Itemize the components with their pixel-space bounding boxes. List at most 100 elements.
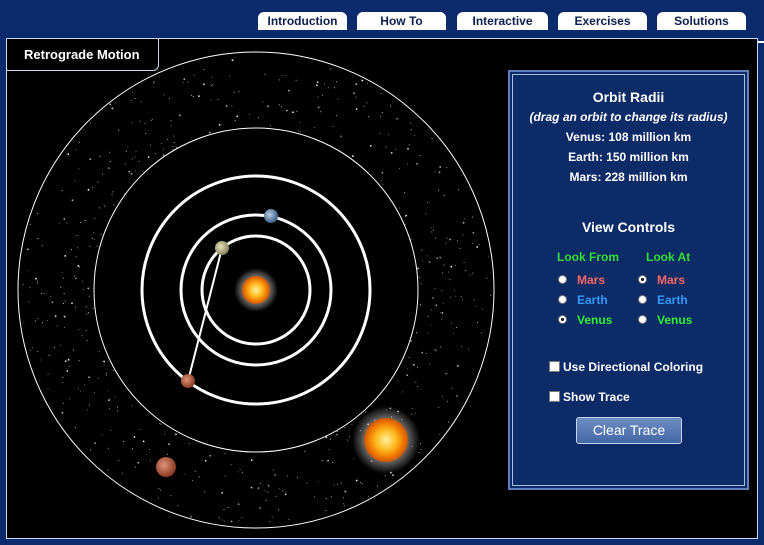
star — [449, 238, 451, 241]
star — [56, 325, 58, 327]
clear-trace-button[interactable]: Clear Trace — [576, 417, 682, 444]
star — [472, 232, 475, 234]
star — [230, 463, 232, 465]
orbit-radii-heading: Orbit Radii — [592, 89, 665, 105]
star — [89, 404, 91, 406]
star — [76, 256, 78, 258]
star — [34, 320, 36, 322]
star — [29, 287, 31, 289]
star — [355, 96, 357, 98]
star — [81, 335, 83, 337]
star — [280, 106, 282, 108]
mars-planet-icon[interactable] — [181, 374, 195, 388]
star — [434, 237, 436, 239]
star — [416, 332, 417, 334]
tab-solutions[interactable]: Solutions — [655, 10, 748, 30]
checkbox-icon[interactable] — [549, 361, 560, 373]
star — [413, 364, 415, 366]
look-at-venus[interactable]: Venus — [638, 312, 692, 328]
star — [121, 473, 123, 475]
star — [355, 108, 358, 111]
star — [204, 491, 205, 493]
star — [172, 148, 174, 150]
star — [349, 436, 350, 438]
look-from-earth[interactable]: Earth — [558, 292, 608, 308]
star — [299, 122, 301, 124]
radio-icon[interactable] — [638, 295, 647, 305]
checkbox-icon[interactable] — [549, 391, 560, 403]
star — [160, 489, 162, 491]
star — [420, 449, 422, 451]
tab-exercises[interactable]: Exercises — [556, 10, 649, 30]
radio-icon[interactable] — [558, 275, 567, 285]
star — [77, 388, 79, 390]
star — [482, 308, 484, 310]
star — [106, 374, 108, 376]
star — [127, 146, 129, 148]
star — [448, 271, 450, 273]
star — [231, 105, 233, 107]
star — [209, 454, 212, 457]
star — [134, 98, 136, 99]
star — [223, 520, 225, 522]
look-from-heading: Look From — [557, 250, 619, 264]
radio-selected-icon[interactable] — [558, 315, 567, 325]
star — [73, 349, 74, 351]
look-from-mars[interactable]: Mars — [558, 272, 605, 288]
earth-planet-icon[interactable] — [264, 209, 278, 223]
star — [39, 379, 41, 381]
star — [198, 476, 200, 478]
star — [288, 89, 290, 92]
tab-how-to[interactable]: How To — [355, 10, 448, 30]
star — [88, 295, 90, 297]
star — [97, 181, 99, 183]
look-from-venus[interactable]: Venus — [558, 312, 612, 328]
radio-icon[interactable] — [638, 315, 647, 325]
star — [402, 391, 404, 393]
star — [210, 99, 212, 101]
tab-introduction[interactable]: Introduction — [256, 10, 349, 30]
star — [453, 332, 455, 334]
look-at-earth[interactable]: Earth — [638, 292, 688, 308]
projected-mars-icon — [156, 457, 176, 477]
show-trace-checkbox[interactable]: Show Trace — [549, 390, 630, 404]
tab-interactive[interactable]: Interactive — [455, 10, 550, 30]
star — [321, 94, 323, 96]
star — [390, 152, 393, 154]
directional-coloring-checkbox[interactable]: Use Directional Coloring — [549, 360, 703, 374]
star — [74, 277, 77, 280]
star — [419, 442, 421, 444]
star — [450, 322, 452, 324]
star — [353, 92, 355, 95]
venus-planet-icon[interactable] — [215, 241, 229, 255]
star — [101, 434, 103, 436]
star — [77, 247, 78, 249]
star — [398, 207, 400, 209]
star — [479, 244, 481, 246]
star — [340, 136, 342, 138]
star — [166, 453, 168, 455]
star — [415, 381, 417, 383]
star — [456, 327, 458, 328]
star — [102, 173, 103, 175]
star — [267, 491, 269, 493]
radio-icon[interactable] — [558, 295, 567, 305]
star — [43, 293, 45, 295]
radio-selected-icon[interactable] — [638, 275, 647, 285]
star — [228, 75, 230, 77]
star — [274, 474, 276, 476]
star — [37, 318, 39, 320]
star — [153, 81, 155, 82]
star — [182, 81, 184, 83]
star — [340, 482, 342, 484]
star — [273, 469, 274, 471]
star — [225, 105, 228, 107]
look-at-mars[interactable]: Mars — [638, 272, 685, 288]
star — [48, 354, 50, 356]
star — [296, 110, 298, 112]
star — [351, 424, 353, 426]
star — [135, 170, 136, 172]
star — [250, 459, 253, 462]
star — [462, 221, 465, 224]
star — [176, 146, 178, 148]
